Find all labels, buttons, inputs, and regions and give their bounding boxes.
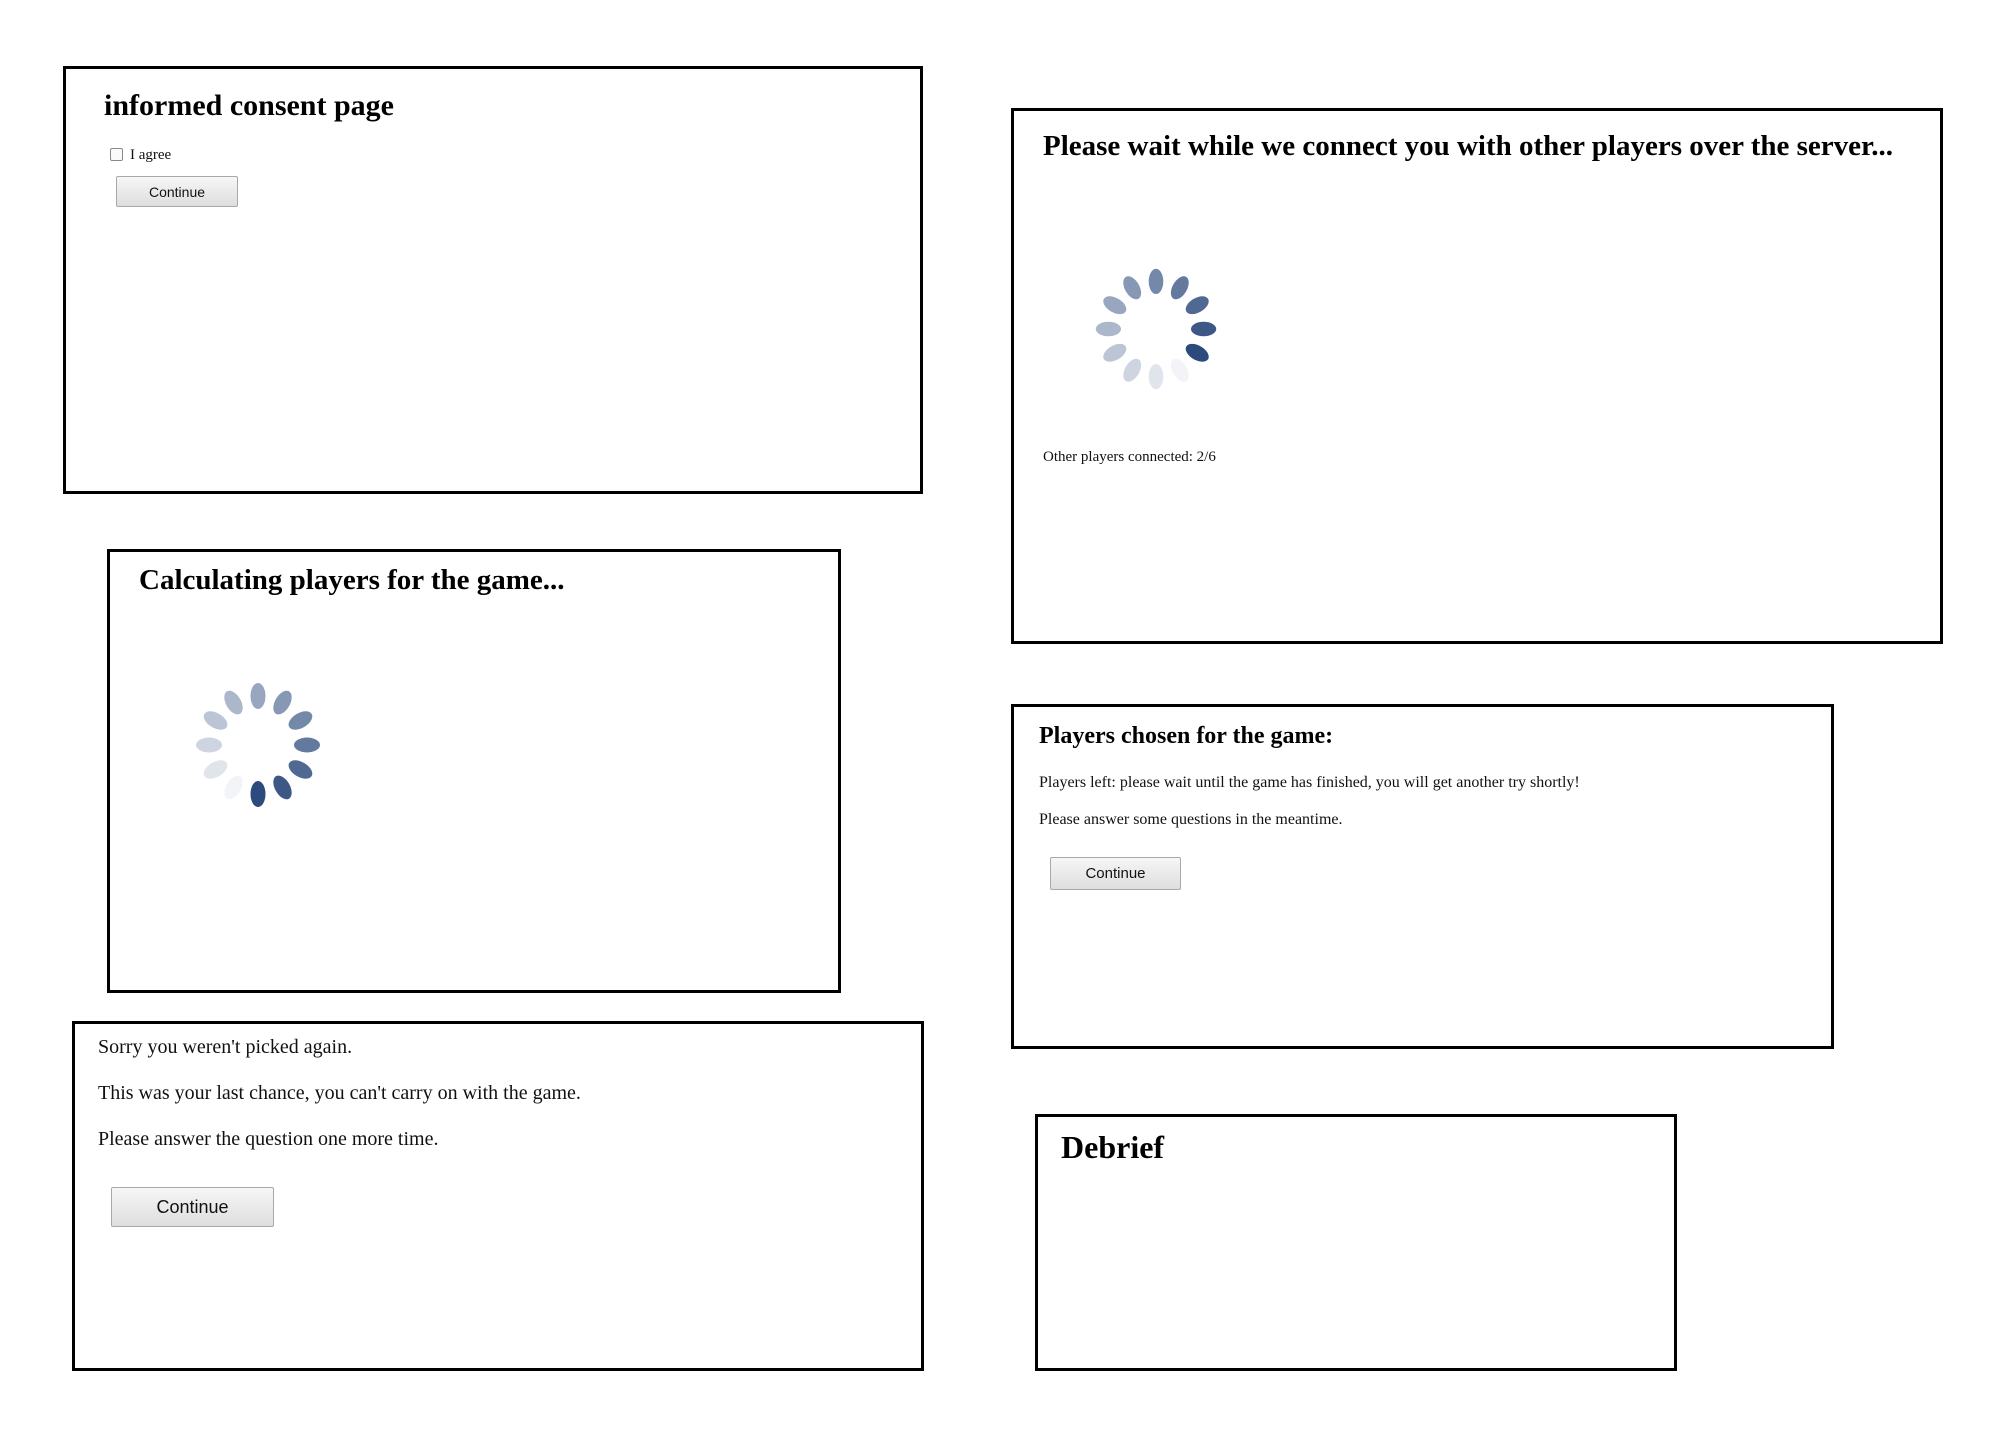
agree-label: I agree <box>130 147 172 163</box>
spinner-petal <box>1103 296 1127 315</box>
spinner-petal <box>1185 343 1209 362</box>
spinner-petal <box>196 737 222 753</box>
spinner-petal <box>294 737 320 753</box>
spinner-petal <box>1103 343 1127 362</box>
spinner-petal <box>1148 363 1164 390</box>
agree-checkbox[interactable] <box>110 148 123 161</box>
players-connected-status: Other players connected: 2/6 <box>1043 449 1216 465</box>
not-picked-message: Sorry you weren't picked again. <box>98 1036 353 1058</box>
spinner-petal <box>1095 321 1122 337</box>
spinner-petal <box>288 711 313 730</box>
waiting-title: Please wait while we connect you with ot… <box>1043 130 1893 162</box>
last-chance-message: This was your last chance, you can't car… <box>98 1082 581 1104</box>
debrief-panel: Debrief <box>1035 1114 1677 1371</box>
spinner-petal <box>250 683 266 709</box>
spinner-petal <box>224 690 243 715</box>
spinner-petal <box>1148 268 1164 295</box>
spinner-petal <box>1170 276 1189 300</box>
chosen-continue-button[interactable]: Continue <box>1050 857 1181 890</box>
waiting-panel: Please wait while we connect you with ot… <box>1011 108 1943 644</box>
spinner-petal <box>1170 358 1189 382</box>
spinner-petal <box>250 781 266 807</box>
spinner-petal <box>203 760 228 779</box>
consent-panel: informed consent page I agree Continue <box>63 66 923 494</box>
calculating-panel: Calculating players for the game... <box>107 549 841 993</box>
spinner-petal <box>1185 296 1209 315</box>
spinner-petal <box>273 690 292 715</box>
spinner-petal <box>1123 276 1142 300</box>
answer-again-message: Please answer the question one more time… <box>98 1128 439 1150</box>
chosen-panel: Players chosen for the game: Players lef… <box>1011 704 1834 1049</box>
spinner-petal <box>288 760 313 779</box>
consent-continue-button[interactable]: Continue <box>116 176 238 207</box>
spinner-petal <box>224 775 243 800</box>
spinner-petal <box>273 775 292 800</box>
spinner-petal <box>203 711 228 730</box>
spinner-petal <box>1123 358 1142 382</box>
chosen-title: Players chosen for the game: <box>1039 723 1334 749</box>
answer-questions-message: Please answer some questions in the mean… <box>1039 811 1343 828</box>
debrief-title: Debrief <box>1061 1129 1165 1165</box>
loading-spinner-icon <box>196 683 320 807</box>
calculating-title: Calculating players for the game... <box>139 564 565 596</box>
not-picked-continue-button[interactable]: Continue <box>111 1187 274 1227</box>
not-picked-panel: Sorry you weren't picked again. This was… <box>72 1021 924 1371</box>
players-left-message: Players left: please wait until the game… <box>1039 774 1580 791</box>
loading-spinner-icon <box>1095 268 1217 390</box>
consent-title: informed consent page <box>104 89 394 122</box>
spinner-petal <box>1190 321 1217 337</box>
